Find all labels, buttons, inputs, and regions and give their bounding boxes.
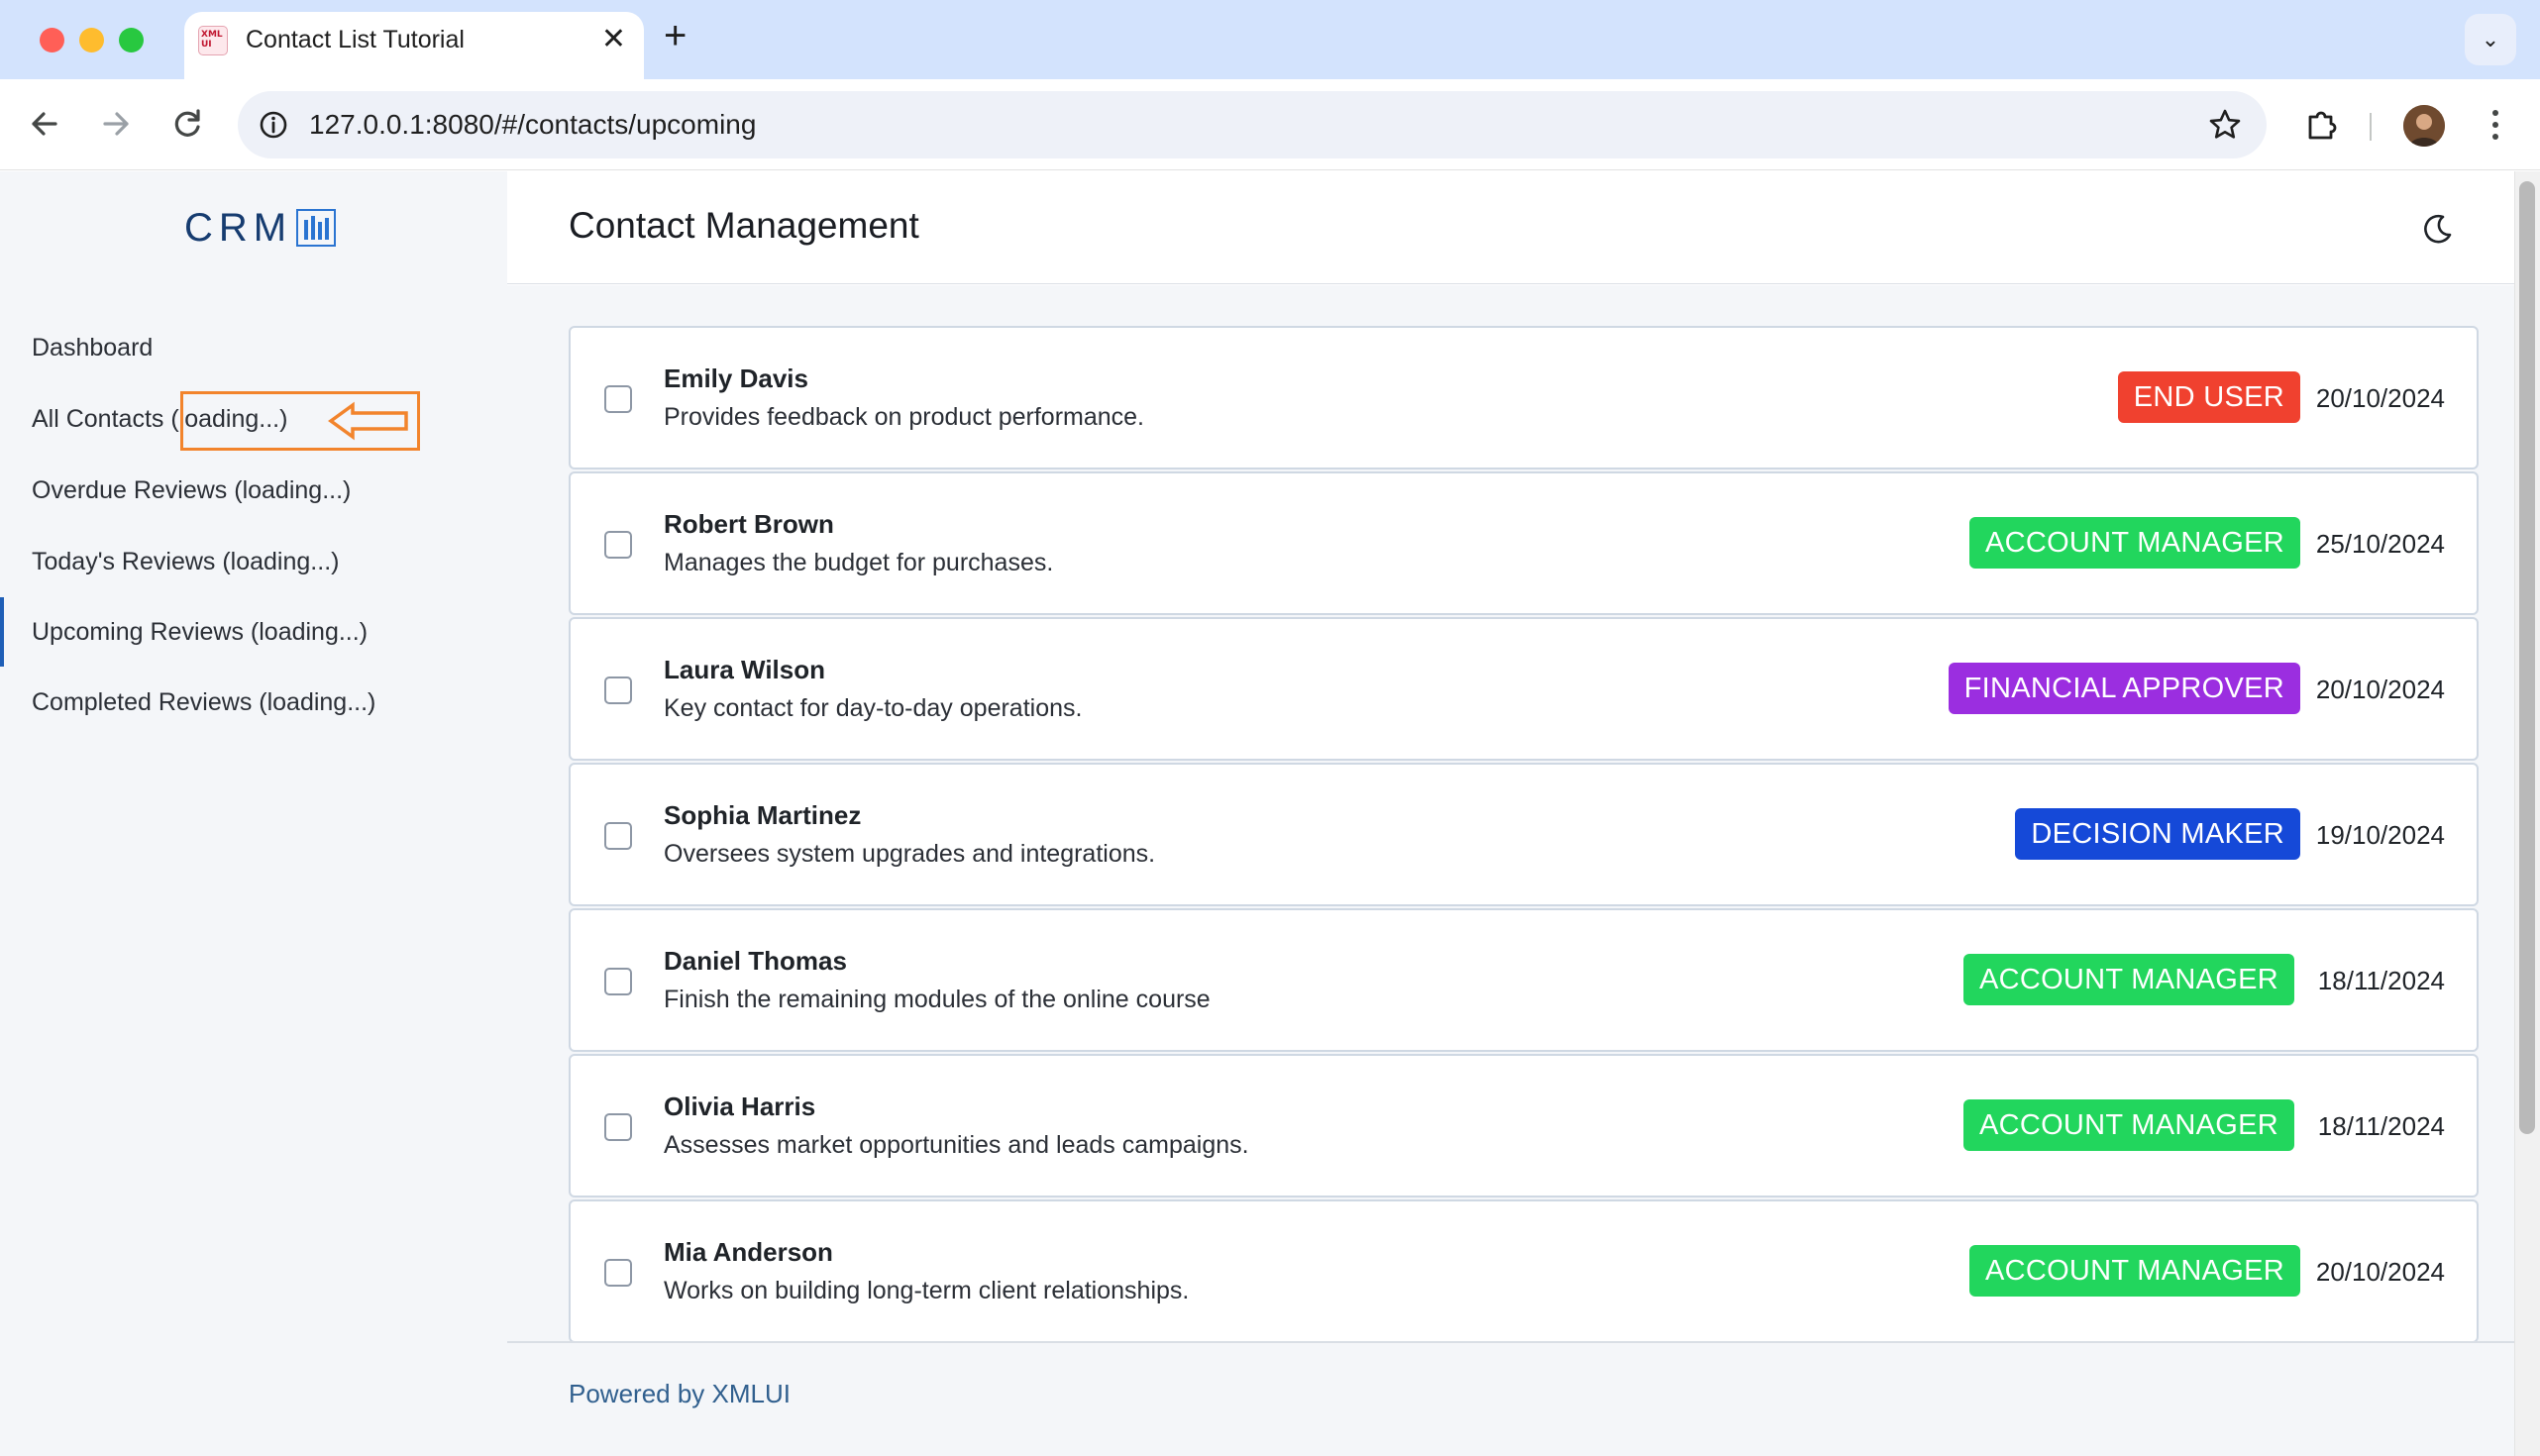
site-info-icon[interactable] — [256, 107, 291, 143]
contact-row[interactable]: Robert Brown Manages the budget for purc… — [569, 471, 2479, 615]
browser-tab[interactable]: XML UI Contact List Tutorial ✕ — [184, 12, 644, 79]
contact-list: Emily Davis Provides feedback on product… — [507, 285, 2514, 1341]
new-tab-icon[interactable]: + — [664, 14, 687, 58]
bar-chart-logo-icon — [296, 209, 337, 247]
contact-date: 19/10/2024 — [2315, 820, 2445, 850]
browser-toolbar: 127.0.0.1:8080/#/contacts/upcoming — [0, 79, 2540, 170]
footer-powered-by: Powered by XMLUI — [569, 1379, 791, 1408]
contact-description: Provides feedback on product performance… — [664, 403, 1144, 431]
contact-checkbox[interactable] — [604, 1259, 632, 1287]
contact-name: Daniel Thomas — [664, 946, 847, 976]
contact-checkbox[interactable] — [604, 822, 632, 850]
role-badge: ACCOUNT MANAGER — [1968, 517, 2300, 569]
contact-row[interactable]: Laura Wilson Key contact for day-to-day … — [569, 617, 2479, 761]
app-viewport: CRM Dashboard All Contacts (loading...) … — [0, 171, 2540, 1456]
contact-checkbox[interactable] — [604, 385, 632, 413]
page-footer: Powered by XMLUI — [507, 1341, 2514, 1456]
contact-date: 25/10/2024 — [2315, 529, 2445, 559]
browser-menu-icon[interactable] — [2481, 103, 2510, 147]
page-scrollbar[interactable] — [2514, 171, 2540, 1456]
tab-title: Contact List Tutorial — [246, 26, 465, 53]
sidebar-item-completed-reviews[interactable]: Completed Reviews (loading...) — [32, 688, 375, 717]
contact-checkbox[interactable] — [604, 676, 632, 704]
contact-row[interactable]: Sophia Martinez Oversees system upgrades… — [569, 763, 2479, 906]
sidebar-item-todays-reviews[interactable]: Today's Reviews (loading...) — [32, 548, 339, 576]
contact-name: Laura Wilson — [664, 655, 826, 684]
url-text: 127.0.0.1:8080/#/contacts/upcoming — [309, 109, 757, 140]
contact-description: Manages the budget for purchases. — [664, 549, 1054, 576]
sidebar-item-upcoming-reviews[interactable]: Upcoming Reviews (loading...) — [32, 618, 368, 647]
role-badge: END USER — [2117, 371, 2300, 423]
contact-name: Olivia Harris — [664, 1092, 816, 1121]
extensions-puzzle-icon[interactable] — [2300, 103, 2344, 147]
role-badge: FINANCIAL APPROVER — [1948, 663, 2300, 714]
reload-icon[interactable] — [162, 99, 212, 149]
contact-row[interactable]: Mia Anderson Works on building long-term… — [569, 1199, 2479, 1341]
contact-row[interactable]: Daniel Thomas Finish the remaining modul… — [569, 908, 2479, 1052]
dark-mode-moon-icon[interactable] — [2419, 211, 2455, 247]
contact-name: Emily Davis — [664, 364, 808, 393]
tab-close-icon[interactable]: ✕ — [601, 22, 626, 56]
maximize-window-button[interactable] — [119, 28, 144, 52]
sidebar: CRM Dashboard All Contacts (loading...) … — [0, 171, 507, 1456]
page-title: Contact Management — [569, 205, 919, 246]
minimize-window-button[interactable] — [79, 28, 104, 52]
chevron-down-icon[interactable]: ⌄ — [2465, 14, 2516, 65]
address-bar[interactable]: 127.0.0.1:8080/#/contacts/upcoming — [238, 91, 2267, 158]
active-indicator — [0, 597, 4, 667]
bookmark-star-icon[interactable] — [2205, 105, 2245, 145]
contact-name: Sophia Martinez — [664, 800, 862, 830]
contact-date: 20/10/2024 — [2315, 675, 2445, 704]
contact-name: Robert Brown — [664, 509, 834, 539]
contact-date: 20/10/2024 — [2315, 1257, 2445, 1287]
xmlui-favicon-icon: XML UI — [198, 26, 228, 55]
close-window-button[interactable] — [40, 28, 64, 52]
contact-description: Key contact for day-to-day operations. — [664, 694, 1083, 722]
contact-date: 20/10/2024 — [2315, 383, 2445, 413]
role-badge: ACCOUNT MANAGER — [1962, 1099, 2294, 1151]
contact-checkbox[interactable] — [604, 968, 632, 995]
toolbar-divider — [2370, 113, 2372, 141]
contact-name: Mia Anderson — [664, 1237, 833, 1267]
contact-date: 18/11/2024 — [2317, 966, 2445, 995]
profile-photo-icon — [2403, 105, 2445, 147]
browser-titlebar: XML UI Contact List Tutorial ✕ + ⌄ — [0, 0, 2540, 79]
contact-description: Finish the remaining modules of the onli… — [664, 986, 1211, 1013]
contact-description: Oversees system upgrades and integration… — [664, 840, 1156, 868]
profile-avatar[interactable] — [2403, 105, 2445, 147]
contact-description: Assesses market opportunities and leads … — [664, 1131, 1249, 1159]
sidebar-item-overdue-reviews[interactable]: Overdue Reviews (loading...) — [32, 476, 351, 505]
main-panel: Contact Management Emily Davis Provides … — [507, 171, 2514, 1456]
contact-description: Works on building long-term client relat… — [664, 1277, 1190, 1304]
contact-checkbox[interactable] — [604, 1113, 632, 1141]
back-arrow-icon[interactable] — [20, 99, 69, 149]
contact-checkbox[interactable] — [604, 531, 632, 559]
contact-row[interactable]: Emily Davis Provides feedback on product… — [569, 326, 2479, 469]
role-badge: ACCOUNT MANAGER — [1968, 1245, 2300, 1297]
contact-row[interactable]: Olivia Harris Assesses market opportunit… — [569, 1054, 2479, 1197]
scrollbar-thumb[interactable] — [2519, 181, 2535, 1134]
contact-date: 18/11/2024 — [2317, 1111, 2445, 1141]
annotation-arrow-icon — [328, 401, 408, 441]
crm-logo[interactable]: CRM — [184, 203, 337, 253]
sidebar-item-dashboard[interactable]: Dashboard — [32, 334, 153, 363]
role-badge: DECISION MAKER — [2015, 808, 2300, 860]
logo-text: CRM — [184, 205, 293, 250]
role-badge: ACCOUNT MANAGER — [1962, 954, 2294, 1005]
page-header: Contact Management — [507, 171, 2514, 284]
forward-arrow-icon[interactable] — [91, 99, 141, 149]
